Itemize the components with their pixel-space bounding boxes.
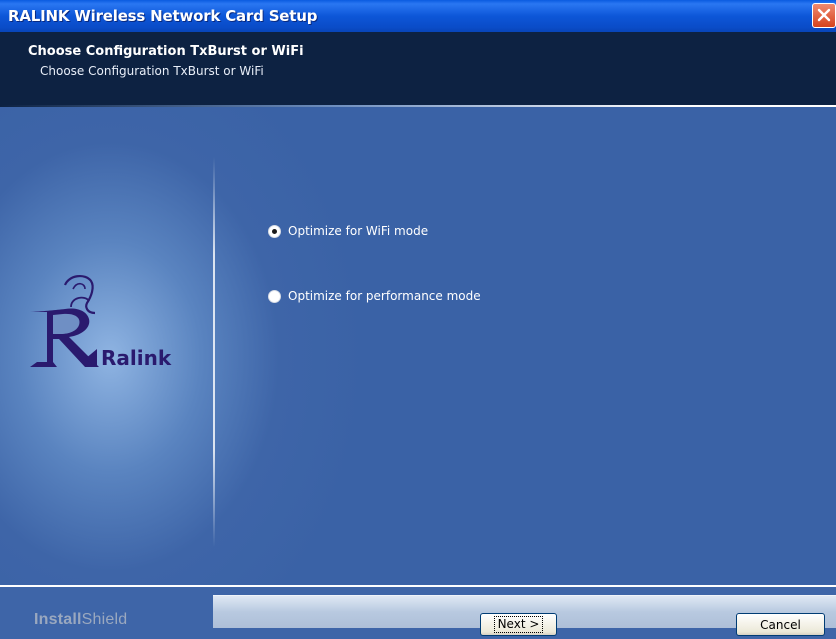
page-title: Choose Configuration TxBurst or WiFi: [28, 44, 304, 59]
option-wifi-mode[interactable]: Optimize for WiFi mode: [268, 224, 428, 238]
radio-performance-mode[interactable]: [268, 289, 281, 303]
wizard-header: Choose Configuration TxBurst or WiFi Cho…: [0, 32, 836, 105]
window-title: RALINK Wireless Network Card Setup: [8, 7, 318, 25]
close-icon: [817, 8, 831, 22]
option-label[interactable]: Optimize for performance mode: [288, 289, 481, 303]
close-button[interactable]: [812, 3, 836, 28]
brand-thin: Shield: [81, 611, 128, 628]
setup-window: RALINK Wireless Network Card Setup Choos…: [0, 0, 836, 639]
option-label[interactable]: Optimize for WiFi mode: [288, 224, 428, 238]
logo-text: Ralink: [101, 346, 172, 370]
next-button-label: Next >: [493, 616, 544, 633]
installshield-brand: InstallShield: [34, 611, 127, 629]
footer-brand-panel: InstallShield: [0, 587, 210, 639]
next-button[interactable]: Next >: [480, 613, 557, 636]
title-bar[interactable]: RALINK Wireless Network Card Setup: [0, 0, 836, 32]
ralink-logo-icon: Ralink: [30, 275, 172, 370]
cancel-button[interactable]: Cancel: [736, 613, 825, 636]
page-subtitle: Choose Configuration TxBurst or WiFi: [40, 64, 264, 78]
brand-bold: Install: [34, 611, 82, 628]
option-performance-mode[interactable]: Optimize for performance mode: [268, 289, 481, 303]
wizard-footer: InstallShield Next > Cancel: [0, 585, 836, 639]
vertical-divider: [213, 157, 215, 547]
radio-wifi-mode[interactable]: [268, 224, 281, 238]
main-panel: Ralink Optimize for WiFi mode Optimize f…: [0, 107, 836, 585]
ralink-logo: Ralink: [25, 267, 205, 377]
